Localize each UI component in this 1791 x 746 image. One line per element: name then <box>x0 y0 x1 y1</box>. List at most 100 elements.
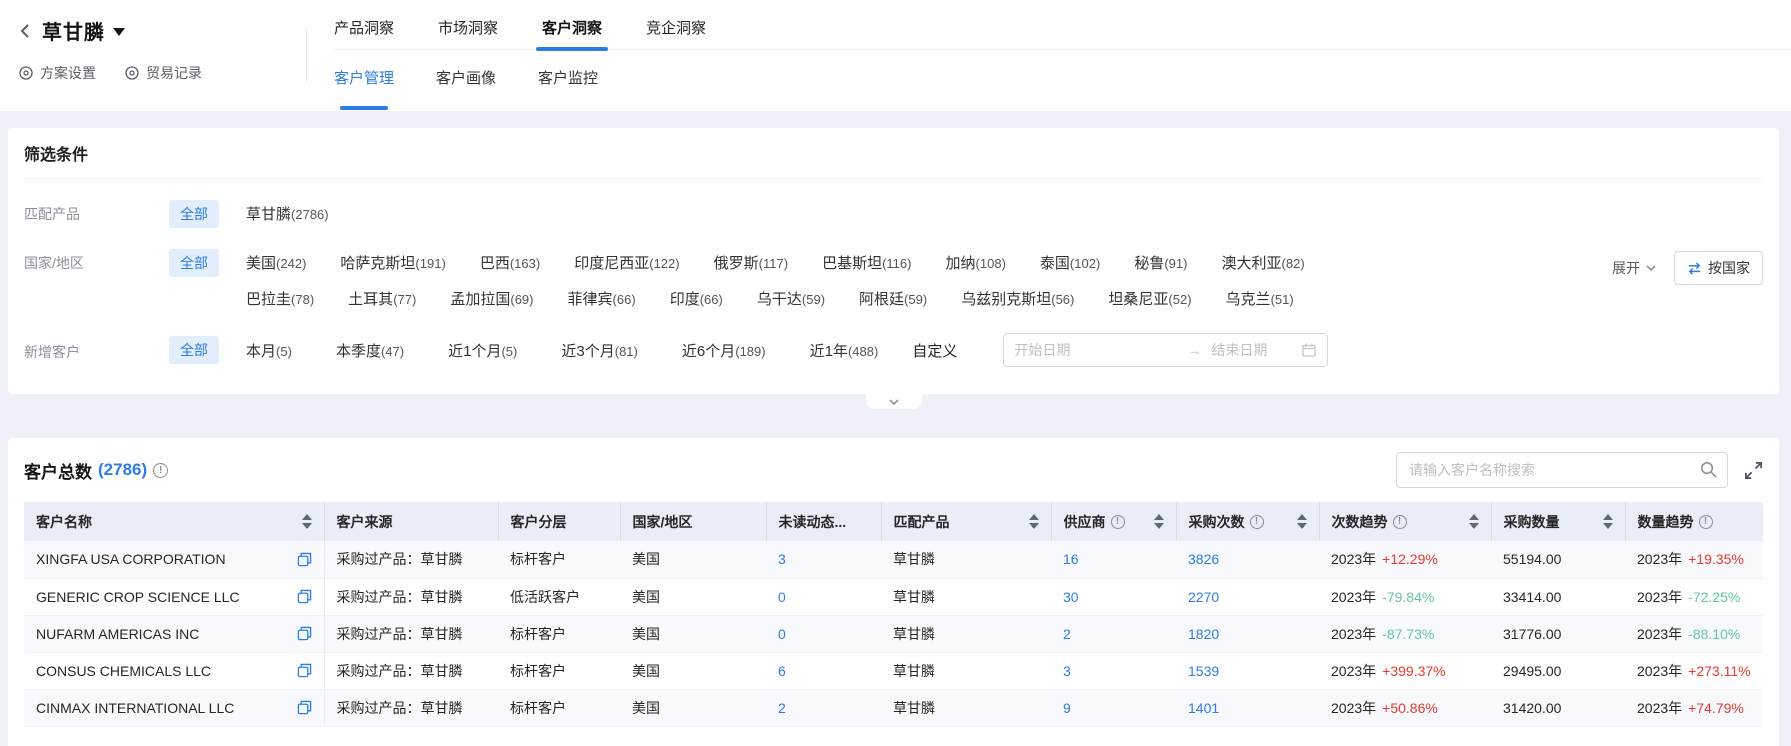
customer-name[interactable]: CINMAX INTERNATIONAL LLC <box>36 700 234 716</box>
region-option[interactable]: 孟加拉国69 <box>450 285 533 309</box>
customer-name[interactable]: XINGFA USA CORPORATION <box>36 551 226 567</box>
topbar-action[interactable]: 方案设置 <box>18 63 96 83</box>
info-icon[interactable] <box>153 463 168 478</box>
sort-icon[interactable] <box>1469 514 1479 529</box>
purchase-count[interactable]: 1401 <box>1176 689 1319 726</box>
purchase-count[interactable]: 1820 <box>1176 615 1319 652</box>
table-row[interactable]: XINGFA USA CORPORATION 采购过产品：草甘膦 标杆客户 美国… <box>24 541 1763 578</box>
region-option[interactable]: 加纳108 <box>946 249 1006 273</box>
product-option[interactable]: 草甘膦2786 <box>246 200 329 224</box>
unread-updates[interactable]: 3 <box>766 541 881 578</box>
region-option[interactable]: 印度尼西亚122 <box>574 249 679 273</box>
region-option[interactable]: 乌克兰51 <box>1226 285 1294 309</box>
region-option[interactable]: 澳大利亚82 <box>1221 249 1304 273</box>
filter-all-chip[interactable]: 全部 <box>169 336 219 364</box>
sub-tab[interactable]: 客户管理 <box>334 50 394 110</box>
sub-tab[interactable]: 客户监控 <box>538 50 598 110</box>
sort-icon[interactable] <box>1297 514 1307 529</box>
customer-name[interactable]: CONSUS CHEMICALS LLC <box>36 663 211 679</box>
column-header[interactable]: 客户来源 <box>324 502 498 541</box>
info-icon[interactable] <box>1111 515 1125 529</box>
info-icon[interactable] <box>1699 515 1713 529</box>
company-profile-icon[interactable] <box>297 552 312 567</box>
expand-toggle[interactable]: 展开 <box>1612 258 1658 278</box>
by-country-button[interactable]: 按国家 <box>1674 251 1763 285</box>
new-customer-option[interactable]: 近3个月81 <box>561 340 638 361</box>
new-customer-option[interactable]: 本月5 <box>246 340 292 361</box>
table-row[interactable]: GENERIC CROP SCIENCE LLC 采购过产品：草甘膦 低活跃客户… <box>24 578 1763 615</box>
company-profile-icon[interactable] <box>297 626 312 641</box>
search-icon[interactable] <box>1699 460 1718 479</box>
collapse-panel-button[interactable] <box>866 394 922 409</box>
filter-all-chip[interactable]: 全部 <box>169 249 219 277</box>
topbar-action[interactable]: 贸易记录 <box>124 63 202 83</box>
company-profile-icon[interactable] <box>297 700 312 715</box>
start-date-placeholder[interactable]: 开始日期 <box>1014 340 1177 360</box>
region-option[interactable]: 菲律宾66 <box>568 285 636 309</box>
region-option[interactable]: 乌兹别克斯坦56 <box>961 285 1074 309</box>
info-icon[interactable] <box>1393 515 1407 529</box>
search-input[interactable] <box>1396 452 1728 488</box>
region-option[interactable]: 俄罗斯117 <box>714 249 788 273</box>
main-tab[interactable]: 市场洞察 <box>438 0 498 49</box>
sort-icon[interactable] <box>1603 514 1613 529</box>
new-customer-option[interactable]: 近1年488 <box>810 340 879 361</box>
title-dropdown-icon[interactable] <box>113 28 125 36</box>
table-row[interactable]: NUFARM AMERICAS INC 采购过产品：草甘膦 标杆客户 美国 0 … <box>24 615 1763 652</box>
new-customer-option[interactable]: 近6个月189 <box>682 340 766 361</box>
supplier-count[interactable]: 3 <box>1051 652 1176 689</box>
filter-all-chip[interactable]: 全部 <box>169 200 219 228</box>
unread-updates[interactable]: 0 <box>766 615 881 652</box>
supplier-count[interactable]: 9 <box>1051 689 1176 726</box>
customer-name[interactable]: NUFARM AMERICAS INC <box>36 626 199 642</box>
sub-tab[interactable]: 客户画像 <box>436 50 496 110</box>
region-option[interactable]: 哈萨克斯坦191 <box>340 249 445 273</box>
new-customer-option[interactable]: 本季度47 <box>336 340 404 361</box>
column-header[interactable]: 客户名称 <box>24 502 324 541</box>
supplier-count[interactable]: 2 <box>1051 615 1176 652</box>
company-profile-icon[interactable] <box>297 589 312 604</box>
purchase-count[interactable]: 2270 <box>1176 578 1319 615</box>
supplier-count[interactable]: 16 <box>1051 541 1176 578</box>
table-row[interactable]: CINMAX INTERNATIONAL LLC 采购过产品：草甘膦 标杆客户 … <box>24 689 1763 726</box>
unread-updates[interactable]: 0 <box>766 578 881 615</box>
fullscreen-icon[interactable] <box>1744 461 1763 480</box>
customer-name[interactable]: GENERIC CROP SCIENCE LLC <box>36 589 240 605</box>
region-option[interactable]: 土耳其77 <box>348 285 416 309</box>
unread-updates[interactable]: 6 <box>766 652 881 689</box>
column-header[interactable]: 客户分层 <box>498 502 620 541</box>
region-option[interactable]: 乌干达59 <box>757 285 825 309</box>
new-customer-option[interactable]: 近1个月5 <box>448 340 517 361</box>
table-row[interactable]: CONSUS CHEMICALS LLC 采购过产品：草甘膦 标杆客户 美国 6… <box>24 652 1763 689</box>
main-tab[interactable]: 客户洞察 <box>542 0 602 49</box>
sort-icon[interactable] <box>302 514 312 529</box>
region-option[interactable]: 秘鲁91 <box>1134 249 1187 273</box>
back-icon[interactable] <box>18 23 34 39</box>
custom-range-option[interactable]: 自定义 <box>912 340 957 361</box>
column-header[interactable]: 采购次数 <box>1176 502 1319 541</box>
region-option[interactable]: 美国242 <box>246 249 306 273</box>
purchase-count[interactable]: 3826 <box>1176 541 1319 578</box>
column-header[interactable]: 供应商 <box>1051 502 1176 541</box>
sort-icon[interactable] <box>1029 514 1039 529</box>
purchase-count[interactable]: 1539 <box>1176 652 1319 689</box>
page-title[interactable]: 草甘膦 <box>42 16 105 45</box>
column-header[interactable]: 国家/地区 <box>620 502 766 541</box>
supplier-count[interactable]: 30 <box>1051 578 1176 615</box>
region-option[interactable]: 巴西163 <box>480 249 540 273</box>
column-header[interactable]: 次数趋势 <box>1319 502 1491 541</box>
date-range-picker[interactable]: 开始日期 → 结束日期 <box>1003 333 1328 367</box>
company-profile-icon[interactable] <box>297 663 312 678</box>
main-tab[interactable]: 产品洞察 <box>334 0 394 49</box>
column-header[interactable]: 匹配产品 <box>881 502 1051 541</box>
region-option[interactable]: 巴拉圭78 <box>246 285 314 309</box>
column-header[interactable]: 采购数量 <box>1491 502 1625 541</box>
main-tab[interactable]: 竞企洞察 <box>646 0 706 49</box>
region-option[interactable]: 泰国102 <box>1040 249 1100 273</box>
end-date-placeholder[interactable]: 结束日期 <box>1211 340 1291 360</box>
region-option[interactable]: 阿根廷59 <box>859 285 927 309</box>
unread-updates[interactable]: 2 <box>766 689 881 726</box>
column-header[interactable]: 数量趋势 <box>1625 502 1763 541</box>
region-option[interactable]: 巴基斯坦116 <box>822 249 911 273</box>
region-option[interactable]: 印度66 <box>670 285 723 309</box>
